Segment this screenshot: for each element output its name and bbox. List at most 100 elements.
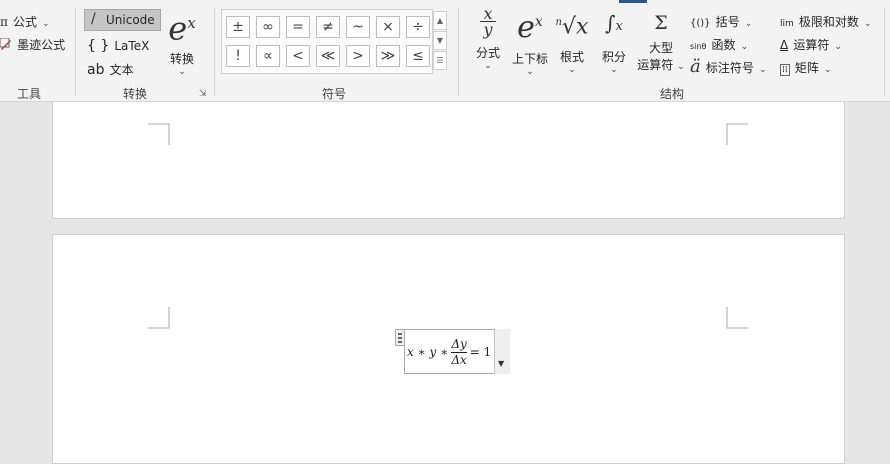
symbols-group-label: 符号 [322, 87, 347, 101]
chevron-down-icon: ⌄ [42, 19, 50, 29]
symbol-plus-minus[interactable]: ± [226, 16, 250, 38]
accent-label: 标注符号 [705, 61, 754, 75]
convert-button[interactable]: ex 转换 ⌄ [164, 6, 200, 77]
bracket-icon: {()} [690, 18, 711, 29]
active-tab-indicator [619, 0, 647, 3]
crop-mark-icon [726, 123, 748, 145]
equation-rhs: = 1 [469, 345, 492, 359]
equation-label: 公式 [12, 15, 37, 29]
fraction-icon: xy [472, 6, 504, 38]
exponent-icon: ex [517, 10, 543, 45]
equation-icon: π [0, 15, 8, 29]
symbol-much-less[interactable]: ≪ [316, 45, 340, 67]
accent-icon: ä [690, 56, 701, 77]
text-icon: ab [87, 62, 105, 78]
equation-denominator: Δx [451, 351, 467, 367]
unicode-button[interactable]: / Unicode [84, 9, 161, 31]
chevron-down-icon: ⌄ [484, 61, 492, 71]
large-operator-button[interactable]: Σ 大型 运算符 ⌄ [636, 8, 686, 73]
ink-equation-label: 墨迹公式 [17, 38, 66, 52]
braces-icon: { } [87, 38, 110, 54]
crop-mark-icon [148, 307, 170, 329]
integral-button[interactable]: ∫x 积分 ⌄ [596, 6, 632, 75]
integral-label: 积分 [601, 50, 626, 64]
chevron-down-icon: ⌄ [568, 65, 576, 76]
equation-fraction: Δy Δx [451, 337, 467, 368]
equation-content[interactable]: x ∗ y ∗ Δy Δx = 1 [407, 334, 491, 370]
chevron-down-icon: ⌄ [740, 42, 749, 52]
conversions-group-label: 转换 [123, 87, 148, 101]
symbol-tilde[interactable]: ~ [346, 16, 370, 38]
matrix-label: 矩阵 [794, 61, 819, 75]
symbol-equals[interactable]: = [286, 16, 310, 38]
script-label: 上下标 [511, 52, 548, 66]
tools-group-label: 工具 [17, 87, 42, 101]
convert-label: 转换 [169, 51, 194, 66]
fraction-button[interactable]: xy 分式 ⌄ [472, 6, 504, 72]
latex-button[interactable]: { } LaTeX [87, 35, 149, 54]
delta-operator-icon: Δ [780, 38, 789, 52]
chevron-down-icon: ⌄ [526, 67, 534, 77]
operator-label: 运算符 [793, 38, 830, 52]
symbol-infinity[interactable]: ∞ [256, 16, 280, 38]
text-button[interactable]: ab 文本 [87, 59, 134, 78]
more-icon[interactable]: ☰ [433, 51, 447, 70]
equation-lhs: x ∗ y ∗ [407, 345, 449, 359]
chevron-down-icon: ▼ [498, 359, 505, 368]
symbol-greater-than[interactable]: > [346, 45, 370, 67]
operator-button[interactable]: Δ 运算符 ⌄ [780, 34, 842, 53]
symbol-gallery: ± ∞ = ≠ ~ × ÷ ! ∝ < ≪ > ≫ ≤ [221, 9, 433, 74]
dialog-launcher-icon[interactable]: ⇲ [199, 89, 207, 99]
radical-button[interactable]: n√x 根式 ⌄ [555, 6, 589, 75]
scroll-up-icon[interactable]: ▲ [433, 11, 447, 30]
separator [458, 8, 459, 96]
structures-group-label: 结构 [660, 87, 685, 101]
symbol-not-equal[interactable]: ≠ [316, 16, 340, 38]
symbol-divide[interactable]: ÷ [406, 16, 430, 38]
text-label: 文本 [109, 63, 134, 77]
scroll-down-icon[interactable]: ▼ [433, 31, 447, 50]
equation-button[interactable]: π 公式 ⌄ [0, 11, 50, 29]
radical-icon: n√x [555, 14, 589, 40]
bracket-button[interactable]: {()} 括号 ⌄ [690, 11, 752, 30]
chevron-down-icon: ⌄ [610, 65, 618, 75]
integral-icon: ∫x [605, 11, 623, 35]
symbol-factorial[interactable]: ! [226, 45, 250, 67]
chevron-down-icon: ⌄ [758, 65, 767, 75]
chevron-down-icon: ⌄ [834, 42, 842, 52]
accent-button[interactable]: ä 标注符号 ⌄ [690, 56, 766, 77]
radical-label: 根式 [559, 50, 584, 65]
symbol-proportional[interactable]: ∝ [256, 45, 280, 67]
matrix-icon: ⁞⁞ [780, 64, 790, 76]
function-button[interactable]: sinθ 函数 ⌄ [690, 34, 748, 53]
chevron-down-icon: ⌄ [178, 66, 186, 77]
symbol-times[interactable]: × [376, 16, 400, 38]
large-operator-label-2: 运算符 ⌄ [637, 58, 685, 72]
chevron-down-icon: ⌄ [823, 65, 832, 75]
separator [214, 8, 215, 96]
function-label: 函数 [711, 38, 736, 52]
large-operator-label-1: 大型 [648, 41, 673, 55]
limit-log-label: 极限和对数 [798, 15, 859, 29]
limit-log-button[interactable]: lim 极限和对数 ⌄ [780, 11, 872, 30]
fraction-label: 分式 [475, 46, 500, 60]
crop-mark-icon [726, 307, 748, 329]
symbol-less-equal[interactable]: ≤ [406, 45, 430, 67]
crop-mark-icon [148, 123, 170, 145]
cursor-icon: / [91, 11, 96, 27]
exponent-icon: ex [168, 9, 196, 48]
matrix-button[interactable]: ⁞⁞ 矩阵 ⌄ [780, 57, 831, 76]
ink-pen-icon [0, 37, 11, 50]
function-icon: sinθ [690, 42, 707, 51]
equation-options-dropdown[interactable]: ▼ [494, 329, 510, 374]
symbol-less-than[interactable]: < [286, 45, 310, 67]
unicode-label: Unicode [106, 13, 155, 27]
symbol-much-greater[interactable]: ≫ [376, 45, 400, 67]
separator [884, 8, 885, 96]
document-page-1[interactable] [52, 102, 845, 219]
ink-equation-button[interactable]: 墨迹公式 [0, 34, 65, 52]
separator [75, 8, 76, 96]
script-button[interactable]: ex 上下标 ⌄ [510, 6, 550, 78]
sum-icon: Σ [654, 12, 668, 34]
chevron-down-icon: ⌄ [744, 19, 753, 29]
